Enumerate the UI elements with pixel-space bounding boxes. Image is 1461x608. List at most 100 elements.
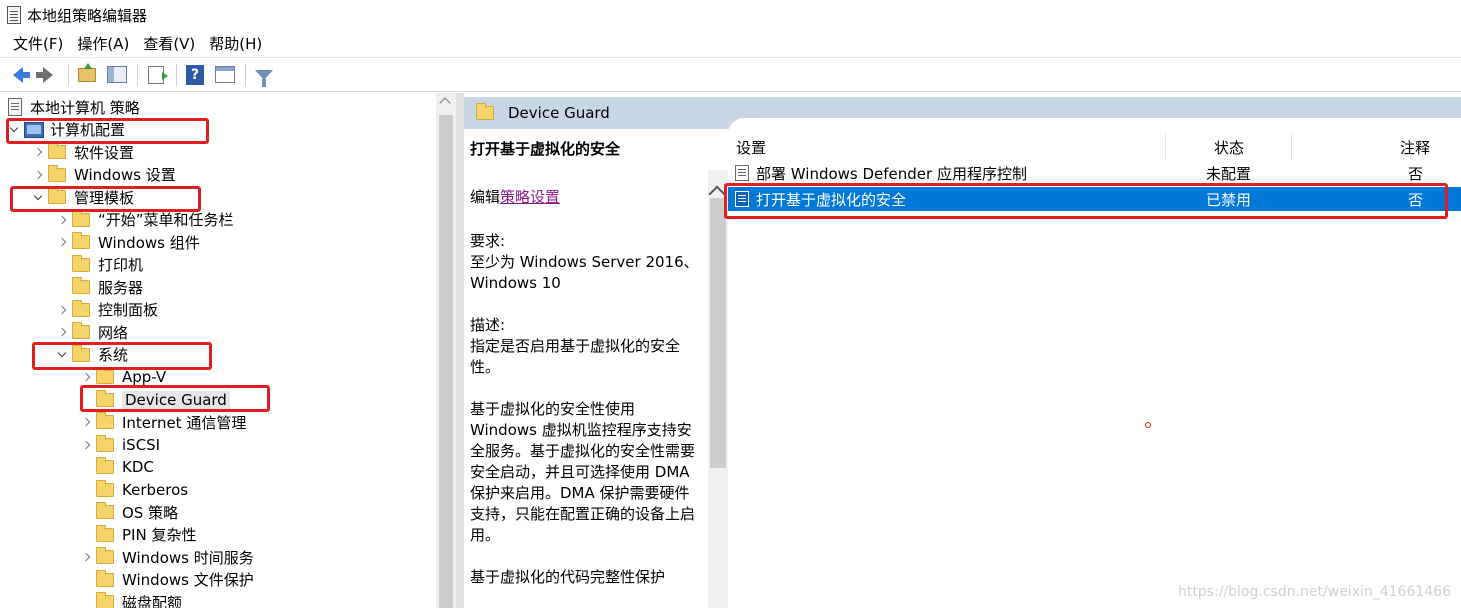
- properties-button[interactable]: [213, 63, 237, 87]
- column-separator[interactable]: [1291, 134, 1292, 160]
- tree-item[interactable]: 控制面板: [56, 299, 158, 321]
- folder-icon: [48, 187, 66, 204]
- watermark: https://blog.csdn.net/weixin_41661466: [1177, 584, 1451, 600]
- expand-chevron-icon[interactable]: [32, 141, 44, 163]
- menu-file[interactable]: 文件(F): [6, 33, 70, 54]
- filter-icon: [255, 69, 273, 87]
- properties-icon: [215, 66, 235, 83]
- folder-icon: [48, 164, 66, 182]
- tree-item[interactable]: 管理模板: [32, 186, 134, 208]
- requirements-label: 要求:: [470, 232, 506, 250]
- list-row[interactable]: 部署 Windows Defender 应用程序控制 未配置 否: [728, 161, 1461, 185]
- forward-button[interactable]: [36, 63, 60, 87]
- expand-chevron-icon[interactable]: [56, 209, 68, 231]
- tree-item-label: Windows 时间服务: [122, 548, 254, 567]
- tree-item-selected[interactable]: Device Guard: [80, 389, 230, 411]
- folder-icon: [476, 103, 494, 120]
- help-button[interactable]: ?: [183, 63, 207, 87]
- tree-item-label: “开始”菜单和任务栏: [98, 211, 234, 229]
- tree-item[interactable]: 打印机: [56, 254, 143, 276]
- folder-icon: [96, 457, 114, 474]
- description-line: 指定是否启用基于虚拟化的安全性。: [470, 337, 681, 376]
- tree-item-label: 系统: [98, 346, 129, 364]
- tree-item-label: Windows 文件保护: [122, 571, 254, 589]
- edit-policy-link[interactable]: 策略设置: [500, 188, 560, 206]
- tree-item[interactable]: Windows 设置: [32, 164, 176, 186]
- tree-item[interactable]: Windows 组件: [56, 231, 200, 253]
- tree-pane: 本地计算机 策略 计算机配置 软件设置 Windows 设置 管理模板 “开始”菜单和任务…: [0, 93, 456, 608]
- collapse-chevron-icon[interactable]: [56, 344, 68, 366]
- title-bar: 本地组策略编辑器: [0, 0, 1461, 30]
- annotation-dot: [1145, 422, 1151, 428]
- tree-item-label: iSCSI: [122, 435, 161, 454]
- toolbar-separator: [245, 63, 246, 86]
- tree-item[interactable]: 软件设置: [32, 141, 134, 163]
- folder-icon: [72, 232, 90, 249]
- folder-icon: [96, 412, 114, 429]
- scroll-up-icon[interactable]: [439, 97, 451, 109]
- requirements-text: 至少为 Windows Server 2016、Windows 10: [470, 253, 699, 292]
- menu-action[interactable]: 操作(A): [70, 33, 136, 54]
- column-state[interactable]: 状态: [1214, 137, 1244, 158]
- toolbar-separator: [137, 63, 138, 86]
- description-scrollbar[interactable]: [708, 170, 728, 608]
- column-separator[interactable]: [1165, 134, 1166, 160]
- expand-chevron-icon[interactable]: [80, 546, 92, 568]
- folder-icon: [96, 592, 114, 608]
- tree-item-label: App-V: [122, 368, 167, 386]
- help-icon: ?: [186, 64, 204, 85]
- edit-prefix: 编辑: [470, 188, 501, 206]
- tree-item[interactable]: Windows 文件保护: [80, 569, 254, 591]
- description-gap: [708, 129, 728, 170]
- tree-item-label: Device Guard: [122, 390, 230, 409]
- tree-item[interactable]: App-V: [80, 366, 166, 388]
- tree-item[interactable]: 磁盘配额: [80, 591, 182, 608]
- expand-chevron-icon[interactable]: [56, 299, 68, 321]
- tree-item[interactable]: KDC: [80, 456, 154, 478]
- tree-item[interactable]: 本地计算机 策略: [8, 96, 140, 118]
- column-setting[interactable]: 设置: [736, 137, 766, 158]
- tree-item[interactable]: Windows 时间服务: [80, 546, 254, 568]
- folder-icon: [72, 299, 90, 317]
- tree-item[interactable]: 网络: [56, 321, 128, 343]
- expand-chevron-icon[interactable]: [56, 231, 68, 253]
- tree-item[interactable]: “开始”菜单和任务栏: [56, 209, 234, 231]
- up-level-button[interactable]: [75, 62, 99, 87]
- toolbar: ?: [0, 58, 1461, 92]
- tree-item[interactable]: OS 策略: [80, 501, 178, 523]
- tree-item[interactable]: Internet 通信管理: [80, 411, 246, 433]
- export-list-icon: [148, 65, 168, 84]
- menu-help[interactable]: 帮助(H): [202, 33, 269, 54]
- back-button[interactable]: [6, 63, 30, 87]
- tree-item[interactable]: 系统: [56, 344, 128, 366]
- tree-item[interactable]: 计算机配置: [8, 119, 125, 141]
- menu-view[interactable]: 查看(V): [136, 33, 202, 54]
- expand-chevron-icon[interactable]: [80, 366, 92, 388]
- export-list-button[interactable]: [144, 63, 168, 87]
- tree-item-label: 管理模板: [74, 188, 135, 207]
- tree-item[interactable]: PIN 复杂性: [80, 524, 196, 546]
- tree-scroll-thumb[interactable]: [439, 115, 453, 608]
- tree-item-label: OS 策略: [122, 503, 179, 522]
- description-tail: 基于虚拟化的代码完整性保护: [470, 568, 666, 586]
- show-tree-button[interactable]: [105, 63, 129, 87]
- collapse-chevron-icon[interactable]: [32, 186, 44, 208]
- tree-item[interactable]: 服务器: [56, 276, 143, 298]
- folder-icon: [72, 344, 90, 362]
- pane-splitter[interactable]: [456, 93, 464, 608]
- expand-chevron-icon[interactable]: [32, 164, 44, 186]
- list-row-selected[interactable]: 打开基于虚拟化的安全 已禁用 否: [728, 187, 1461, 211]
- description-scroll-thumb[interactable]: [710, 198, 726, 468]
- expand-chevron-icon[interactable]: [80, 411, 92, 433]
- filter-button[interactable]: [252, 63, 276, 87]
- expand-chevron-icon[interactable]: [56, 321, 68, 343]
- tree-scrollbar[interactable]: [436, 93, 456, 608]
- expand-chevron-icon[interactable]: [80, 434, 92, 456]
- tree-item[interactable]: Kerberos: [80, 479, 188, 501]
- column-comment[interactable]: 注释: [1400, 137, 1430, 158]
- show-tree-icon: [107, 66, 127, 83]
- tree-item[interactable]: iSCSI: [80, 434, 160, 456]
- collapse-chevron-icon[interactable]: [8, 119, 20, 141]
